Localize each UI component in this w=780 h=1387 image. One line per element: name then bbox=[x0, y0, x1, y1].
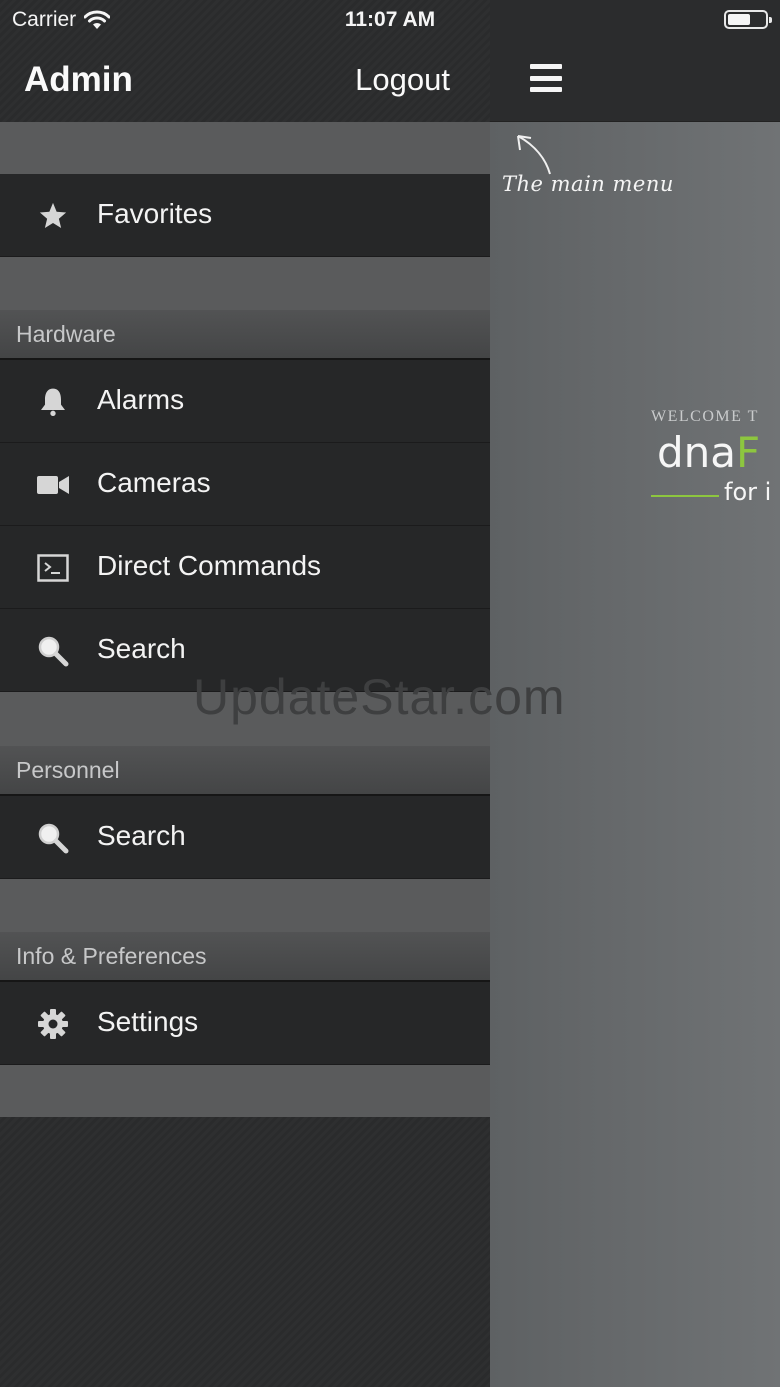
menu-item-label: Settings bbox=[97, 1006, 199, 1037]
magnifier-icon bbox=[36, 822, 70, 854]
brand-subtitle: for i bbox=[724, 478, 772, 506]
menu-item-alarms[interactable]: Alarms bbox=[0, 360, 490, 443]
section-header-personnel: Personnel bbox=[0, 746, 490, 796]
hamburger-icon[interactable] bbox=[530, 64, 562, 92]
main-content: The main menu WELCOME T dnaF for i bbox=[490, 0, 780, 1387]
brand-main-text: dna bbox=[657, 428, 737, 477]
menu-item-settings[interactable]: Settings bbox=[0, 982, 490, 1065]
menu-item-label: Alarms bbox=[97, 384, 185, 415]
spacer bbox=[0, 257, 490, 310]
spacer bbox=[0, 879, 490, 932]
bell-icon bbox=[36, 386, 70, 418]
terminal-icon bbox=[36, 552, 70, 584]
spacer bbox=[0, 122, 490, 174]
section-header-info-preferences: Info & Preferences bbox=[0, 932, 490, 982]
menu-item-favorites[interactable]: Favorites bbox=[0, 174, 490, 257]
star-icon bbox=[36, 200, 70, 232]
menu-item-label: Search bbox=[97, 633, 186, 664]
logout-button[interactable]: Logout bbox=[355, 62, 450, 98]
brand-logo: dnaF bbox=[657, 428, 760, 478]
annotation-arrow-icon bbox=[517, 135, 551, 175]
menu-item-label: Favorites bbox=[97, 198, 213, 229]
spacer bbox=[0, 692, 490, 746]
gear-icon bbox=[36, 1008, 70, 1040]
menu-item-personnel-search[interactable]: Search bbox=[0, 796, 490, 879]
welcome-text: WELCOME T bbox=[651, 408, 759, 425]
section-title: Personnel bbox=[16, 757, 120, 783]
menu-item-label: Direct Commands bbox=[97, 550, 322, 581]
spacer bbox=[0, 1065, 490, 1117]
menu-item-label: Search bbox=[97, 820, 186, 851]
drawer-header: Admin Logout bbox=[0, 44, 490, 122]
brand-underline bbox=[651, 495, 719, 497]
section-header-hardware: Hardware bbox=[0, 310, 490, 360]
section-title: Info & Preferences bbox=[16, 943, 207, 969]
brand-accent-text: F bbox=[736, 428, 761, 477]
video-camera-icon bbox=[36, 469, 70, 501]
navigation-drawer: Carrier Admin Logout Favorites Hardware … bbox=[0, 0, 490, 1387]
menu-item-direct-commands[interactable]: Direct Commands bbox=[0, 526, 490, 609]
section-title: Hardware bbox=[16, 321, 116, 347]
annotation-text: The main menu bbox=[502, 172, 674, 196]
page-title: Admin bbox=[24, 60, 133, 99]
magnifier-icon bbox=[36, 635, 70, 667]
menu-item-cameras[interactable]: Cameras bbox=[0, 443, 490, 526]
status-time: 11:07 AM bbox=[344, 8, 436, 31]
menu-item-hardware-search[interactable]: Search bbox=[0, 609, 490, 692]
menu-item-label: Cameras bbox=[97, 467, 211, 498]
